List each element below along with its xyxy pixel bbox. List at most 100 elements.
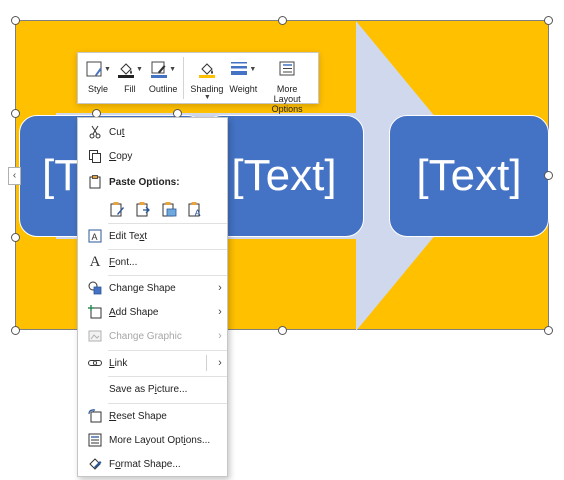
resize-handle-bottom-left[interactable]: [11, 326, 20, 335]
menu-separator: [108, 275, 227, 276]
chevron-down-icon: ▼: [169, 65, 177, 73]
toolbar-divider: [183, 57, 185, 99]
pen-outline-icon: [151, 61, 168, 78]
text-pane-toggle[interactable]: ‹: [8, 167, 21, 185]
resize-handle-middle-right[interactable]: [544, 171, 553, 180]
menu-item-cut[interactable]: Cut: [78, 121, 227, 143]
menu-item-font-label: Font...: [109, 256, 138, 268]
context-menu: Cut Copy Paste Options: A A Edit Text A …: [77, 117, 228, 477]
menu-item-change-graphic: Change Graphic ›: [78, 325, 227, 347]
layout-options-icon: [279, 61, 295, 76]
menu-item-format-shape[interactable]: Format Shape...: [78, 453, 227, 475]
menu-item-reset-shape[interactable]: Reset Shape: [78, 405, 227, 427]
chevron-down-icon: ▼: [203, 94, 211, 101]
menu-item-format-shape-label: Format Shape...: [109, 458, 181, 470]
menu-item-reset-shape-label: Reset Shape: [109, 410, 167, 422]
paste-use-destination-theme-icon[interactable]: [108, 200, 126, 218]
menu-separator: [108, 223, 227, 224]
chevron-right-icon[interactable]: ›: [213, 357, 227, 369]
text-box-3-label: [Text]: [416, 151, 522, 200]
change-shape-icon: [87, 280, 103, 296]
shape-handle-bottom-left[interactable]: [11, 233, 20, 242]
resize-handle-bottom-right[interactable]: [544, 326, 553, 335]
clipboard-icon: [87, 174, 103, 190]
menu-separator: [108, 376, 227, 377]
paste-keep-source-formatting-icon[interactable]: [134, 200, 152, 218]
menu-separator: [108, 403, 227, 404]
menu-item-more-layout-options-label: More Layout Options...: [109, 434, 211, 446]
menu-item-change-graphic-label: Change Graphic: [109, 330, 182, 342]
paste-options-row: A: [108, 197, 212, 221]
menu-item-font[interactable]: A Font...: [78, 251, 227, 273]
chevron-left-icon: ‹: [12, 170, 17, 181]
paste-picture-icon[interactable]: [160, 200, 178, 218]
reset-shape-icon: [87, 408, 103, 424]
menu-item-link[interactable]: Link ›: [78, 352, 227, 374]
more-layout-label-line1: More Layout: [273, 84, 301, 104]
font-icon: A: [89, 253, 101, 270]
edit-text-icon: A: [87, 228, 103, 244]
menu-item-change-shape[interactable]: Change Shape ›: [78, 277, 227, 299]
shading-icon: [198, 63, 215, 78]
menu-item-save-as-picture[interactable]: Save as Picture...: [78, 378, 227, 400]
shading-button[interactable]: Shading ▼: [187, 57, 226, 102]
line-weight-icon: [231, 62, 248, 75]
link-icon: [87, 355, 103, 371]
chevron-down-icon: ▼: [104, 65, 111, 73]
mini-toolbar: ▼ Style ▼ Fill ▼ Outline Shading ▼ ▼ Wei…: [77, 52, 319, 114]
menu-item-paste-options-header: Paste Options:: [78, 171, 227, 193]
paste-options-label: Paste Options:: [109, 176, 180, 188]
svg-text:A: A: [195, 208, 201, 217]
menu-item-save-as-picture-label: Save as Picture...: [109, 383, 188, 395]
text-box-2-label: [Text]: [231, 151, 337, 200]
outline-label: Outline: [148, 84, 178, 94]
chevron-right-icon: ›: [218, 282, 222, 294]
resize-handle-top-right[interactable]: [544, 16, 553, 25]
more-layout-options-button[interactable]: More Layout Options: [260, 57, 314, 114]
weight-label: Weight: [229, 84, 258, 94]
layout-options-icon: [87, 432, 103, 448]
chevron-down-icon: ▼: [249, 65, 257, 73]
scissors-icon: [87, 124, 103, 140]
shading-label: Shading: [190, 84, 224, 94]
menu-separator: [108, 350, 227, 351]
chevron-down-icon: ▼: [135, 65, 143, 73]
slide-canvas: [Text] [Text] [Text] ‹ ▼ Sty: [0, 0, 564, 480]
paint-bucket-icon: [117, 63, 134, 78]
svg-text:A: A: [92, 232, 98, 242]
fill-label: Fill: [124, 84, 136, 94]
menu-item-copy-label: Copy: [109, 150, 133, 162]
menu-item-edit-text[interactable]: A Edit Text: [78, 225, 227, 247]
add-shape-icon: [87, 304, 103, 320]
menu-item-more-layout-options[interactable]: More Layout Options...: [78, 429, 227, 451]
smartart-text-box-2[interactable]: [Text]: [204, 115, 364, 237]
fill-button[interactable]: ▼ Fill: [114, 57, 146, 94]
copy-icon: [87, 148, 103, 164]
resize-handle-bottom-center[interactable]: [278, 326, 287, 335]
style-button[interactable]: ▼ Style: [82, 57, 114, 94]
split-divider: [206, 355, 207, 371]
resize-handle-top-center[interactable]: [278, 16, 287, 25]
shape-handle-top-left[interactable]: [11, 109, 20, 118]
format-shape-icon: [87, 456, 103, 472]
menu-item-add-shape[interactable]: Add Shape ›: [78, 301, 227, 323]
menu-item-copy[interactable]: Copy: [78, 145, 227, 167]
resize-handle-top-left[interactable]: [11, 16, 20, 25]
menu-item-cut-label: Cut: [109, 126, 125, 138]
menu-item-add-shape-label: Add Shape: [109, 306, 159, 318]
chevron-right-icon: ›: [218, 306, 222, 318]
menu-item-change-shape-label: Change Shape: [109, 282, 176, 294]
chevron-right-icon: ›: [218, 330, 222, 342]
menu-item-link-label: Link: [109, 357, 128, 369]
change-graphic-icon: [87, 328, 103, 344]
menu-separator: [108, 249, 227, 250]
more-layout-label-line2: Options: [271, 104, 303, 114]
paste-keep-text-only-icon[interactable]: A: [186, 200, 204, 218]
shape-style-icon: [86, 61, 102, 77]
style-label: Style: [87, 84, 108, 94]
weight-button[interactable]: ▼ Weight: [226, 57, 260, 94]
smartart-text-box-3[interactable]: [Text]: [389, 115, 549, 237]
outline-button[interactable]: ▼ Outline: [146, 57, 181, 94]
menu-item-edit-text-label: Edit Text: [109, 230, 148, 242]
more-layout-label: More Layout Options: [263, 84, 311, 114]
